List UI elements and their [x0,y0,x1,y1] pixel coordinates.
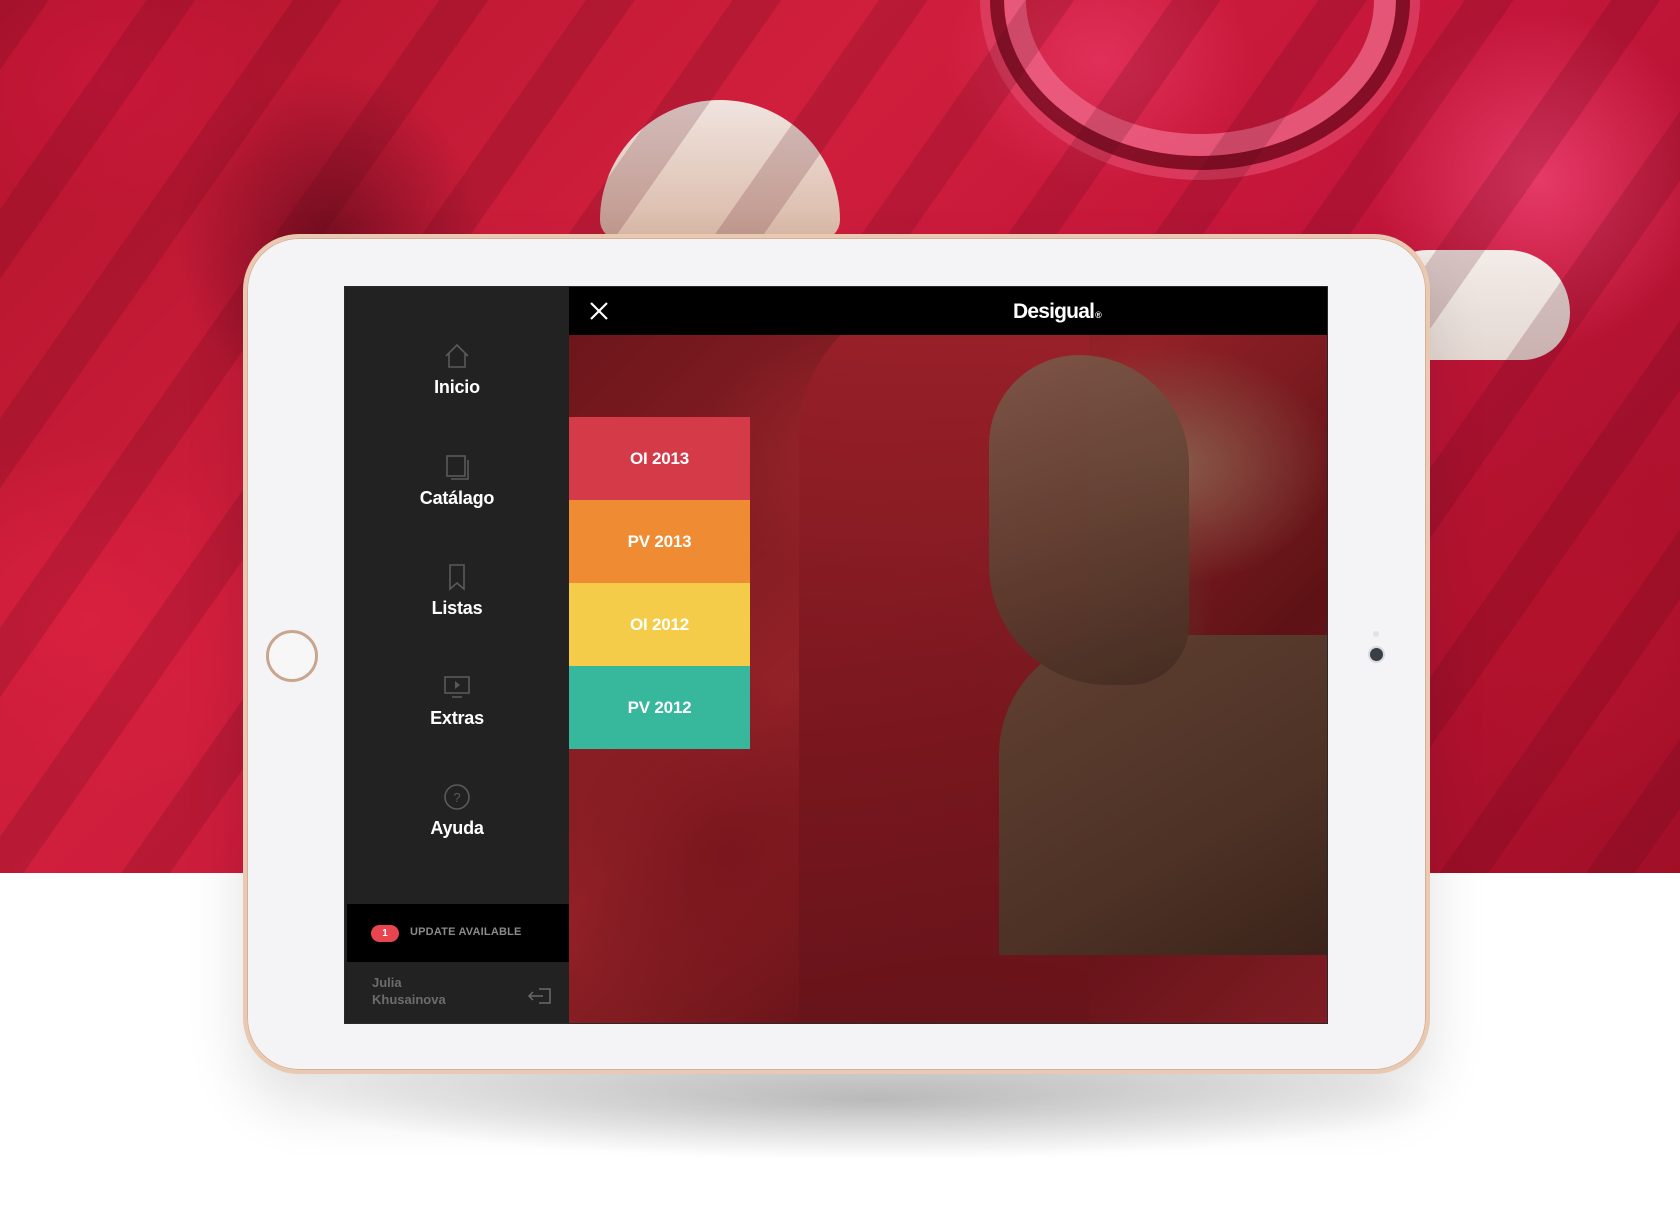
main-content: Desigual® OI 2013 PV 2013 OI 2012 PV 201… [569,287,1327,1023]
svg-text:?: ? [453,790,460,805]
season-item-pv-2013[interactable]: PV 2013 [569,500,750,583]
season-item-pv-2012[interactable]: PV 2012 [569,666,750,749]
catalog-icon [446,455,469,480]
sidebar-item-label: Inicio [434,377,480,397]
sidebar-item-label: Ayuda [430,818,484,838]
hero-photo: OI 2013 PV 2013 OI 2012 PV 2012 [569,335,1327,1023]
season-item-oi-2013[interactable]: OI 2013 [569,417,750,500]
home-icon [445,343,469,368]
help-icon: ? [444,784,470,810]
home-button[interactable] [266,630,318,682]
brand-name: Desigual [1013,300,1095,323]
brand-registered-mark: ® [1095,310,1102,320]
sidebar-item-ayuda[interactable]: ? Ayuda [345,782,569,862]
sidebar-item-label: Catálago [419,488,495,508]
sidebar-item-inicio[interactable]: Inicio [345,341,569,421]
update-available-label: UPDATE AVAILABLE [410,926,522,938]
sidebar: Inicio Catálago Listas Extras ? Ayuda 1 … [345,287,569,1023]
season-item-oi-2012[interactable]: OI 2012 [569,583,750,666]
brand-logo: Desigual® [1013,300,1102,324]
sidebar-item-extras[interactable]: Extras [345,672,569,752]
sidebar-item-label: Listas [431,598,483,618]
bookmark-icon [449,564,465,591]
update-count-badge: 1 [371,925,399,942]
video-icon [444,676,470,698]
season-menu: OI 2013 PV 2013 OI 2012 PV 2012 [569,417,750,749]
close-icon[interactable] [589,301,609,321]
proximity-sensor [1373,631,1379,637]
sidebar-item-label: Extras [430,708,484,728]
logout-icon[interactable] [527,985,553,1007]
sidebar-item-listas[interactable]: Listas [345,562,569,642]
user-last-name: Khusainova [372,992,446,1007]
top-bar: Desigual® [569,287,1327,335]
user-name: Julia Khusainova [372,974,492,1008]
camera-lens [1370,648,1383,661]
app-screen: Inicio Catálago Listas Extras ? Ayuda 1 … [344,286,1328,1024]
sidebar-item-catalogo[interactable]: Catálago [345,452,569,532]
update-available-banner[interactable]: 1 UPDATE AVAILABLE [347,904,569,962]
user-first-name: Julia [372,975,402,990]
